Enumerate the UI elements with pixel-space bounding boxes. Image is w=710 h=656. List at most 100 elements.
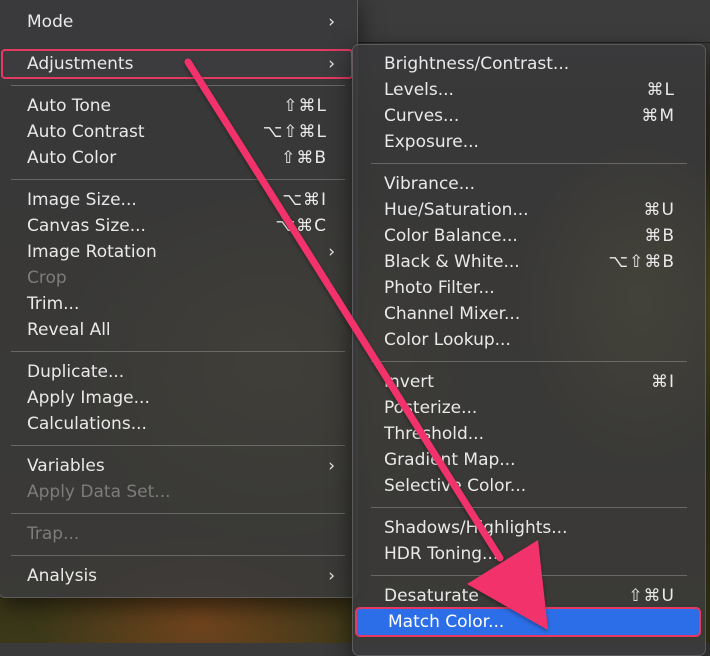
menu-item-label: Selective Color...: [384, 476, 527, 496]
menu-item-label: Trim...: [27, 294, 80, 314]
menu-separator: [11, 85, 345, 86]
menu-item-auto-contrast[interactable]: Auto Contrast ⌥⇧⌘L: [0, 119, 357, 145]
adjustments-submenu: Brightness/Contrast... Levels... ⌘L Curv…: [352, 44, 706, 656]
menu-item-duplicate[interactable]: Duplicate...: [0, 359, 357, 385]
menu-item-variables[interactable]: Variables ›: [0, 453, 357, 479]
chevron-right-icon: ›: [328, 12, 335, 32]
menu-item-match-color[interactable]: Match Color...: [355, 607, 701, 637]
menu-item-label: Match Color...: [388, 612, 505, 632]
menu-item-posterize[interactable]: Posterize...: [353, 395, 705, 421]
menu-separator: [11, 555, 345, 556]
menu-item-label: Invert: [384, 372, 434, 392]
menu-separator: [371, 575, 687, 576]
menu-separator: [371, 361, 687, 362]
menu-item-analysis[interactable]: Analysis ›: [0, 563, 357, 589]
chevron-right-icon: ›: [328, 566, 335, 586]
menu-item-black-white[interactable]: Black & White... ⌥⇧⌘B: [353, 249, 705, 275]
menu-item-threshold[interactable]: Threshold...: [353, 421, 705, 447]
menu-item-label: Analysis: [27, 566, 98, 586]
menu-item-label: Black & White...: [384, 252, 520, 272]
menu-item-label: Exposure...: [384, 132, 479, 152]
menu-item-label: Image Size...: [27, 190, 137, 210]
menu-item-label: Apply Image...: [27, 388, 150, 408]
menu-item-brightness-contrast[interactable]: Brightness/Contrast...: [353, 51, 705, 77]
menu-item-hdr-toning[interactable]: HDR Toning...: [353, 541, 705, 567]
menu-separator: [11, 445, 345, 446]
menu-item-label: Posterize...: [384, 398, 478, 418]
menu-item-label: Threshold...: [384, 424, 484, 444]
menu-item-desaturate[interactable]: Desaturate ⇧⌘U: [353, 583, 705, 609]
chevron-right-icon: ›: [328, 54, 335, 74]
menu-item-image-size[interactable]: Image Size... ⌥⌘I: [0, 187, 357, 213]
shortcut-label: ⇧⌘L: [283, 96, 327, 116]
menu-item-label: Crop: [27, 268, 67, 288]
menu-item-adjustments[interactable]: Adjustments ›: [1, 49, 353, 79]
shortcut-label: ⌘U: [643, 200, 675, 220]
menu-item-hue-saturation[interactable]: Hue/Saturation... ⌘U: [353, 197, 705, 223]
shortcut-label: ⇧⌘B: [281, 148, 327, 168]
chevron-right-icon: ›: [328, 242, 335, 262]
menu-item-label: Auto Contrast: [27, 122, 145, 142]
menu-item-label: Channel Mixer...: [384, 304, 521, 324]
menu-separator: [371, 163, 687, 164]
menu-item-label: Apply Data Set...: [27, 482, 171, 502]
menu-item-curves[interactable]: Curves... ⌘M: [353, 103, 705, 129]
menu-item-trim[interactable]: Trim...: [0, 291, 357, 317]
menu-item-invert[interactable]: Invert ⌘I: [353, 369, 705, 395]
shortcut-label: ⌥⇧⌘L: [262, 122, 327, 142]
menu-item-label: Trap...: [27, 524, 80, 544]
menu-item-label: Gradient Map...: [384, 450, 516, 470]
shortcut-label: ⇧⌘U: [628, 586, 675, 606]
menu-item-label: Mode: [27, 12, 74, 32]
menu-item-vibrance[interactable]: Vibrance...: [353, 171, 705, 197]
menu-item-reveal-all[interactable]: Reveal All: [0, 317, 357, 343]
menu-item-label: Duplicate...: [27, 362, 125, 382]
shortcut-label: ⌥⌘C: [275, 216, 327, 236]
menu-item-selective-color[interactable]: Selective Color...: [353, 473, 705, 499]
menu-item-mode[interactable]: Mode ›: [0, 9, 357, 35]
menu-separator: [11, 513, 345, 514]
menu-item-apply-data-set: Apply Data Set...: [0, 479, 357, 505]
menu-item-label: Curves...: [384, 106, 460, 126]
menu-item-label: Image Rotation: [27, 242, 157, 262]
shortcut-label: ⌥⌘I: [282, 190, 327, 210]
menu-item-label: Color Balance...: [384, 226, 518, 246]
menu-item-calculations[interactable]: Calculations...: [0, 411, 357, 437]
menu-item-label: Adjustments: [27, 54, 134, 74]
menu-item-photo-filter[interactable]: Photo Filter...: [353, 275, 705, 301]
menu-item-label: Color Lookup...: [384, 330, 511, 350]
menu-item-gradient-map[interactable]: Gradient Map...: [353, 447, 705, 473]
menu-item-auto-color[interactable]: Auto Color ⇧⌘B: [0, 145, 357, 171]
menu-item-color-balance[interactable]: Color Balance... ⌘B: [353, 223, 705, 249]
title-bar-strip: [355, 0, 710, 43]
shortcut-label: ⌘B: [644, 226, 675, 246]
menu-item-canvas-size[interactable]: Canvas Size... ⌥⌘C: [0, 213, 357, 239]
shortcut-label: ⌘I: [650, 372, 675, 392]
menu-item-image-rotation[interactable]: Image Rotation ›: [0, 239, 357, 265]
menu-item-label: Desaturate: [384, 586, 479, 606]
shortcut-label: ⌘M: [641, 106, 675, 126]
menu-item-channel-mixer[interactable]: Channel Mixer...: [353, 301, 705, 327]
menu-item-label: Auto Color: [27, 148, 117, 168]
menu-item-color-lookup[interactable]: Color Lookup...: [353, 327, 705, 353]
menu-item-shadows-highlights[interactable]: Shadows/Highlights...: [353, 515, 705, 541]
menu-item-label: Brightness/Contrast...: [384, 54, 570, 74]
menu-item-label: Photo Filter...: [384, 278, 495, 298]
menu-item-exposure[interactable]: Exposure...: [353, 129, 705, 155]
menu-separator: [371, 507, 687, 508]
menu-separator: [11, 179, 345, 180]
menu-item-apply-image[interactable]: Apply Image...: [0, 385, 357, 411]
menu-item-label: Canvas Size...: [27, 216, 146, 236]
menu-item-auto-tone[interactable]: Auto Tone ⇧⌘L: [0, 93, 357, 119]
menu-item-label: Shadows/Highlights...: [384, 518, 568, 538]
menu-item-levels[interactable]: Levels... ⌘L: [353, 77, 705, 103]
menu-item-label: Variables: [27, 456, 105, 476]
menu-item-label: Calculations...: [27, 414, 147, 434]
menu-item-crop: Crop: [0, 265, 357, 291]
menu-item-label: HDR Toning...: [384, 544, 499, 564]
menu-item-label: Hue/Saturation...: [384, 200, 529, 220]
menu-item-label: Vibrance...: [384, 174, 475, 194]
chevron-right-icon: ›: [328, 456, 335, 476]
shortcut-label: ⌘L: [646, 80, 675, 100]
image-menu: Mode › Adjustments › Auto Tone ⇧⌘L Auto …: [0, 0, 358, 598]
